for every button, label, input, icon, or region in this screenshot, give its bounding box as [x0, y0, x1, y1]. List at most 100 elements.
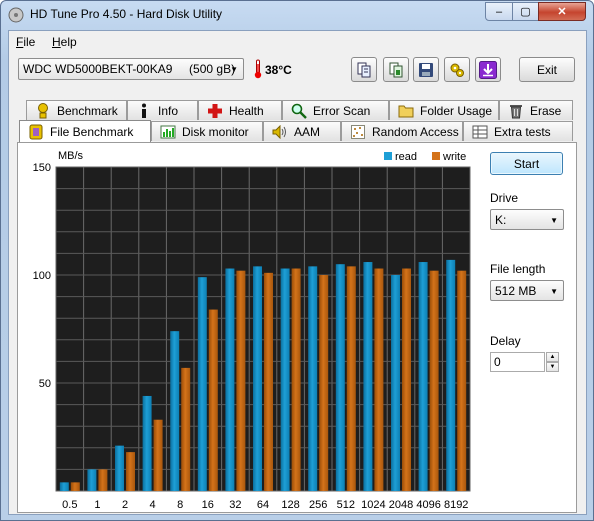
x-tick-label: 16 — [202, 499, 214, 511]
y-axis-label: MB/s — [58, 150, 84, 162]
tab-random-access[interactable]: Random Access — [341, 121, 463, 141]
bar-read — [170, 331, 180, 491]
bar-read — [363, 262, 373, 491]
drive-label: Drive — [490, 191, 519, 205]
bar-write — [181, 367, 191, 491]
folder-icon — [398, 103, 414, 119]
tab-folder-usage[interactable]: Folder Usage — [389, 100, 499, 120]
spin-up-icon: ▲ — [549, 354, 556, 360]
random-access-icon — [350, 124, 366, 140]
tab-error-scan-label: Error Scan — [313, 103, 371, 118]
bar-write — [264, 272, 273, 491]
window-title: HD Tune Pro 4.50 - Hard Disk Utility — [30, 7, 223, 21]
bar-write — [153, 419, 163, 491]
x-tick-label: 128 — [281, 499, 299, 511]
speaker-icon — [272, 124, 288, 140]
x-tick-label: 512 — [337, 499, 355, 511]
maximize-button[interactable]: ▢ — [512, 2, 539, 21]
tab-erase-label: Erase — [530, 103, 562, 118]
tab-disk-monitor-label: Disk monitor — [182, 124, 249, 139]
chevron-down-icon: ▼ — [550, 287, 558, 296]
bar-read — [446, 259, 456, 491]
start-button[interactable]: Start — [490, 152, 563, 175]
tab-info[interactable]: Info — [127, 100, 198, 120]
bar-write — [402, 268, 411, 491]
copy-screen-icon — [389, 62, 403, 77]
download-button[interactable] — [475, 57, 501, 82]
legend-swatch-write — [432, 152, 440, 160]
download-icon — [479, 60, 497, 79]
tab-aam[interactable]: AAM — [263, 121, 341, 141]
bar-read — [115, 445, 124, 491]
bar-read — [253, 266, 262, 491]
tab-erase[interactable]: Erase — [499, 100, 573, 120]
bar-write — [70, 482, 80, 491]
title-bar[interactable]: HD Tune Pro 4.50 - Hard Disk Utility ‒ ▢… — [1, 1, 593, 29]
bar-write — [429, 270, 439, 491]
drive-letter-dropdown[interactable]: K: ▼ — [490, 209, 564, 230]
tab-disk-monitor[interactable]: Disk monitor — [151, 121, 263, 141]
x-tick-label: 0.5 — [62, 499, 77, 511]
bar-write — [319, 275, 329, 491]
info-icon — [136, 103, 152, 119]
bar-read — [335, 264, 345, 491]
minimize-icon: ‒ — [495, 5, 503, 18]
x-tick-label: 4096 — [416, 499, 440, 511]
tab-extra-tests[interactable]: Extra tests — [463, 121, 573, 141]
save-button[interactable] — [413, 57, 439, 82]
tab-error-scan[interactable]: Error Scan — [282, 100, 389, 120]
app-icon — [8, 7, 24, 23]
tab-folder-usage-label: Folder Usage — [420, 103, 493, 118]
delay-decrement-button[interactable]: ▼ — [546, 362, 559, 372]
benchmark-chart: 150 100 50 MB/s read write 0.5 1 2 4 8 16 32 64 128 256… — [33, 150, 471, 511]
bar-write — [126, 452, 135, 491]
menu-help-label: elp — [60, 35, 77, 49]
copy-screen-button[interactable] — [383, 57, 409, 82]
start-button-label: Start — [513, 156, 540, 171]
error-scan-icon — [291, 103, 307, 119]
menu-help[interactable]: Help — [52, 35, 77, 49]
x-tick-label: 32 — [229, 499, 241, 511]
x-tick-label: 256 — [309, 499, 327, 511]
legend-swatch-read — [384, 152, 392, 160]
file-length-dropdown[interactable]: 512 MB ▼ — [490, 280, 564, 301]
close-button[interactable]: ✕ — [538, 2, 586, 21]
drive-dropdown[interactable]: WDC WD5000BEKT-00KA9 (500 gB) ▼ — [18, 58, 244, 80]
menu-file[interactable]: File — [16, 35, 35, 49]
tab-info-label: Info — [158, 103, 179, 118]
temperature-readout: 38°C — [265, 63, 292, 77]
tab-benchmark-label: Benchmark — [57, 103, 118, 118]
chevron-down-icon: ▼ — [230, 65, 238, 74]
drive-letter-value: K: — [495, 212, 507, 227]
file-length-label: File length — [490, 262, 546, 276]
tab-benchmark[interactable]: Benchmark — [26, 100, 127, 120]
x-tick-label: 8 — [177, 499, 183, 511]
options-button[interactable] — [444, 57, 470, 82]
tab-extra-tests-label: Extra tests — [494, 124, 551, 139]
delay-label: Delay — [490, 334, 521, 348]
copy-text-button[interactable] — [351, 57, 377, 82]
delay-input[interactable]: 0 — [490, 352, 545, 372]
tab-health[interactable]: Health — [198, 100, 282, 120]
y-tick-label: 100 — [33, 270, 51, 282]
bar-write — [374, 268, 384, 491]
app-window: HD Tune Pro 4.50 - Hard Disk Utility ‒ ▢… — [0, 0, 594, 521]
benchmark-icon — [35, 102, 51, 119]
bar-read — [225, 268, 235, 491]
toolbar: WDC WD5000BEKT-00KA9 (500 gB) ▼ 38°C Exi… — [9, 53, 586, 99]
x-tick-label: 2 — [122, 499, 128, 511]
close-icon: ✕ — [557, 6, 567, 18]
tab-file-benchmark[interactable]: File Benchmark — [19, 120, 151, 142]
bar-read — [59, 482, 69, 491]
tab-health-label: Health — [229, 103, 264, 118]
disk-monitor-icon — [160, 124, 176, 140]
legend-label-read: read — [395, 151, 417, 163]
delay-increment-button[interactable]: ▲ — [546, 352, 559, 362]
bar-read — [418, 262, 428, 491]
bar-write — [291, 268, 301, 491]
file-length-value: 512 MB — [495, 283, 537, 298]
thermometer-icon — [254, 59, 262, 79]
x-tick-label: 64 — [257, 499, 269, 511]
exit-button[interactable]: Exit — [519, 57, 575, 82]
minimize-button[interactable]: ‒ — [485, 2, 513, 21]
